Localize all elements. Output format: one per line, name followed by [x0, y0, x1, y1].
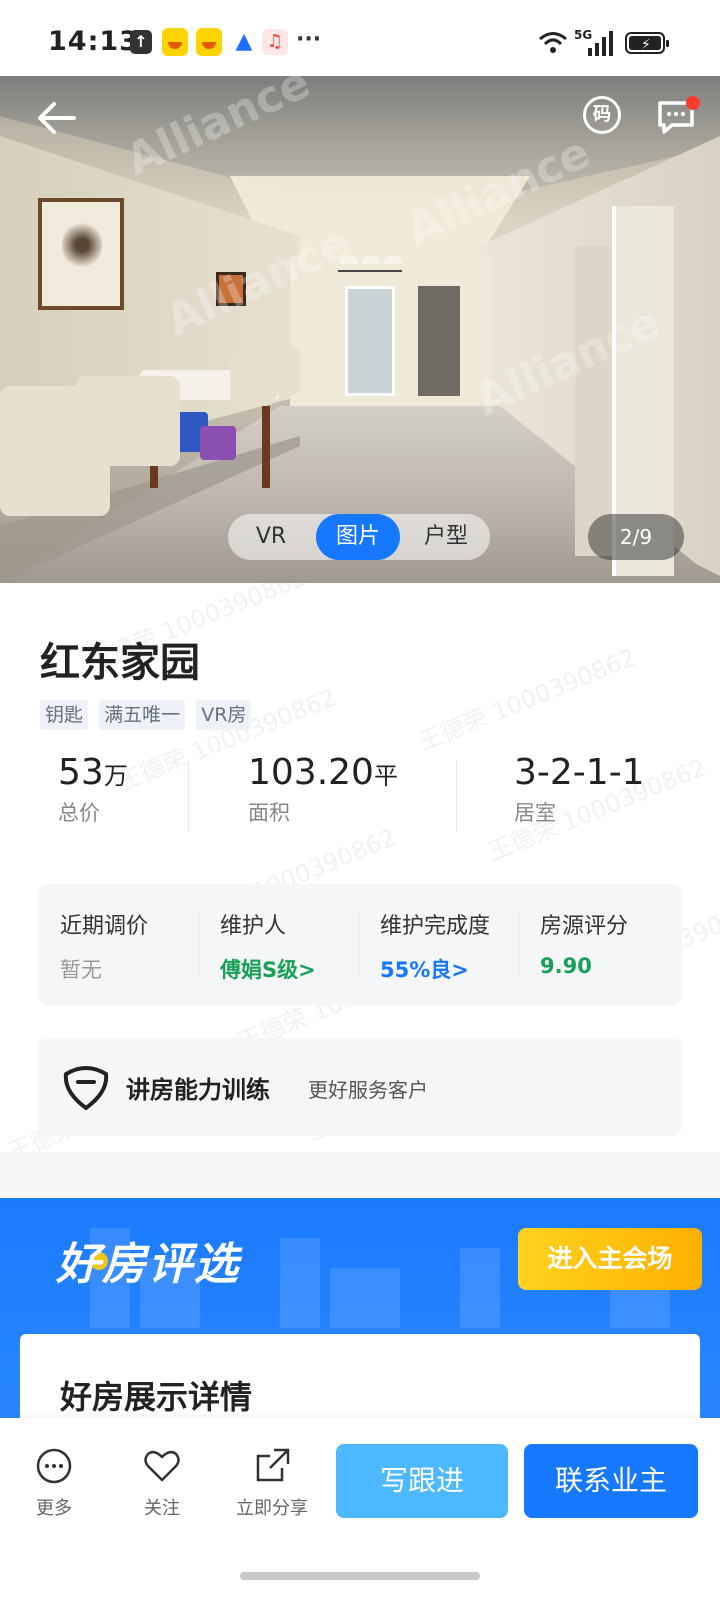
- more-icon: [36, 1448, 72, 1484]
- metric-label: 房源评分: [540, 914, 629, 939]
- stat-total-price: 53万 总价: [58, 752, 128, 827]
- home-indicator[interactable]: [240, 1572, 480, 1580]
- write-followup-button[interactable]: 写跟进: [336, 1444, 508, 1518]
- metrics-card: 近期调价 暂无 维护人 傅娟S级> 维护完成度 55%良> 房源评分 9.90: [38, 884, 682, 1006]
- notification-dot: [686, 96, 700, 110]
- metric-score: 房源评分 9.90: [540, 908, 700, 978]
- banner-logo: 好房评选: [56, 1239, 240, 1290]
- photo-counter: 2/9: [588, 514, 684, 560]
- stat-unit: 万: [103, 762, 128, 790]
- page-watermark: 王德荣 1000390862: [414, 643, 641, 757]
- metric-maintainer[interactable]: 维护人 傅娟S级>: [220, 908, 380, 984]
- section-separator: [0, 1152, 720, 1198]
- training-subtitle: 更好服务客户: [308, 1078, 428, 1102]
- wifi-icon: [539, 32, 567, 53]
- metric-price-change: 近期调价 暂无: [60, 908, 220, 984]
- heart-icon: [144, 1450, 180, 1482]
- stat-unit: 平: [373, 762, 398, 790]
- more-label: 更多: [36, 1498, 72, 1519]
- upload-icon: ↑: [130, 30, 152, 54]
- more-button[interactable]: 更多: [14, 1446, 94, 1520]
- metric-completion[interactable]: 维护完成度 55%良>: [380, 908, 540, 984]
- more-icon: ···: [296, 27, 322, 52]
- share-icon: [256, 1448, 290, 1482]
- divider: [188, 760, 189, 832]
- training-title: 讲房能力训练: [126, 1076, 270, 1104]
- share-button[interactable]: 立即分享: [232, 1446, 312, 1520]
- metric-value: 9.90: [540, 954, 592, 978]
- wall-painting: [38, 198, 124, 310]
- enter-main-venue-button[interactable]: 进入主会场: [518, 1228, 702, 1290]
- app-icon: [162, 28, 188, 56]
- app-icon: [196, 28, 222, 56]
- contact-owner-button[interactable]: 联系业主: [524, 1444, 698, 1518]
- stat-value: 3-2-1-1: [514, 752, 645, 793]
- status-time: 14:13: [48, 26, 139, 57]
- property-title: 红东家园: [40, 640, 200, 686]
- stat-value: 53: [58, 752, 104, 793]
- tab-floorplan[interactable]: 户型: [406, 514, 486, 560]
- divider: [456, 760, 457, 832]
- stat-label: 面积: [248, 801, 290, 825]
- listing-photo[interactable]: Alliance Alliance Alliance Alliance: [0, 76, 720, 583]
- promo-banner[interactable]: 好房评选 进入主会场 好房展示详情: [0, 1198, 720, 1418]
- battery-charging-icon: ⚡: [625, 32, 669, 54]
- signal-icon: [588, 31, 613, 56]
- training-icon: [63, 1066, 109, 1110]
- metric-label: 维护完成度: [380, 914, 491, 939]
- follow-label: 关注: [144, 1498, 180, 1519]
- showcase-card: 好房展示详情: [20, 1334, 700, 1418]
- stat-label: 总价: [58, 801, 100, 825]
- key-stats: 53万 总价 103.20平 面积 3-2-1-1 居室: [0, 752, 720, 838]
- training-entry[interactable]: 讲房能力训练 更好服务客户: [38, 1038, 682, 1136]
- follow-button[interactable]: 关注: [122, 1446, 202, 1520]
- metric-label: 近期调价: [60, 914, 149, 939]
- stat-label: 居室: [514, 801, 556, 825]
- music-icon: ♫: [262, 29, 288, 55]
- completion-link[interactable]: 55%良>: [380, 954, 540, 984]
- stat-value: 103.20: [248, 752, 374, 793]
- media-tabs: VR 图片 户型: [228, 514, 490, 560]
- tab-photos[interactable]: 图片: [316, 514, 400, 560]
- maintainer-link[interactable]: 傅娟S级>: [220, 954, 380, 984]
- showcase-title: 好房展示详情: [60, 1378, 253, 1416]
- share-label: 立即分享: [236, 1498, 308, 1519]
- navigation-icon: ▲: [235, 29, 253, 54]
- stat-area: 103.20平 面积: [248, 752, 398, 827]
- tag-vr: VR房: [196, 700, 252, 730]
- tag-five-years: 满五唯一: [99, 700, 186, 730]
- back-arrow-icon[interactable]: [34, 96, 78, 140]
- tag-keys: 钥匙: [40, 700, 89, 730]
- tab-vr[interactable]: VR: [232, 514, 310, 560]
- metric-value: 暂无: [60, 958, 102, 982]
- tag-list: 钥匙 满五唯一 VR房: [40, 700, 257, 730]
- qr-code-button[interactable]: 码: [583, 96, 621, 134]
- stat-layout: 3-2-1-1 居室: [514, 752, 645, 827]
- metric-label: 维护人: [220, 914, 287, 939]
- status-bar: 14:13 ↑ ▲ ♫ ··· 5G ⚡: [0, 0, 720, 76]
